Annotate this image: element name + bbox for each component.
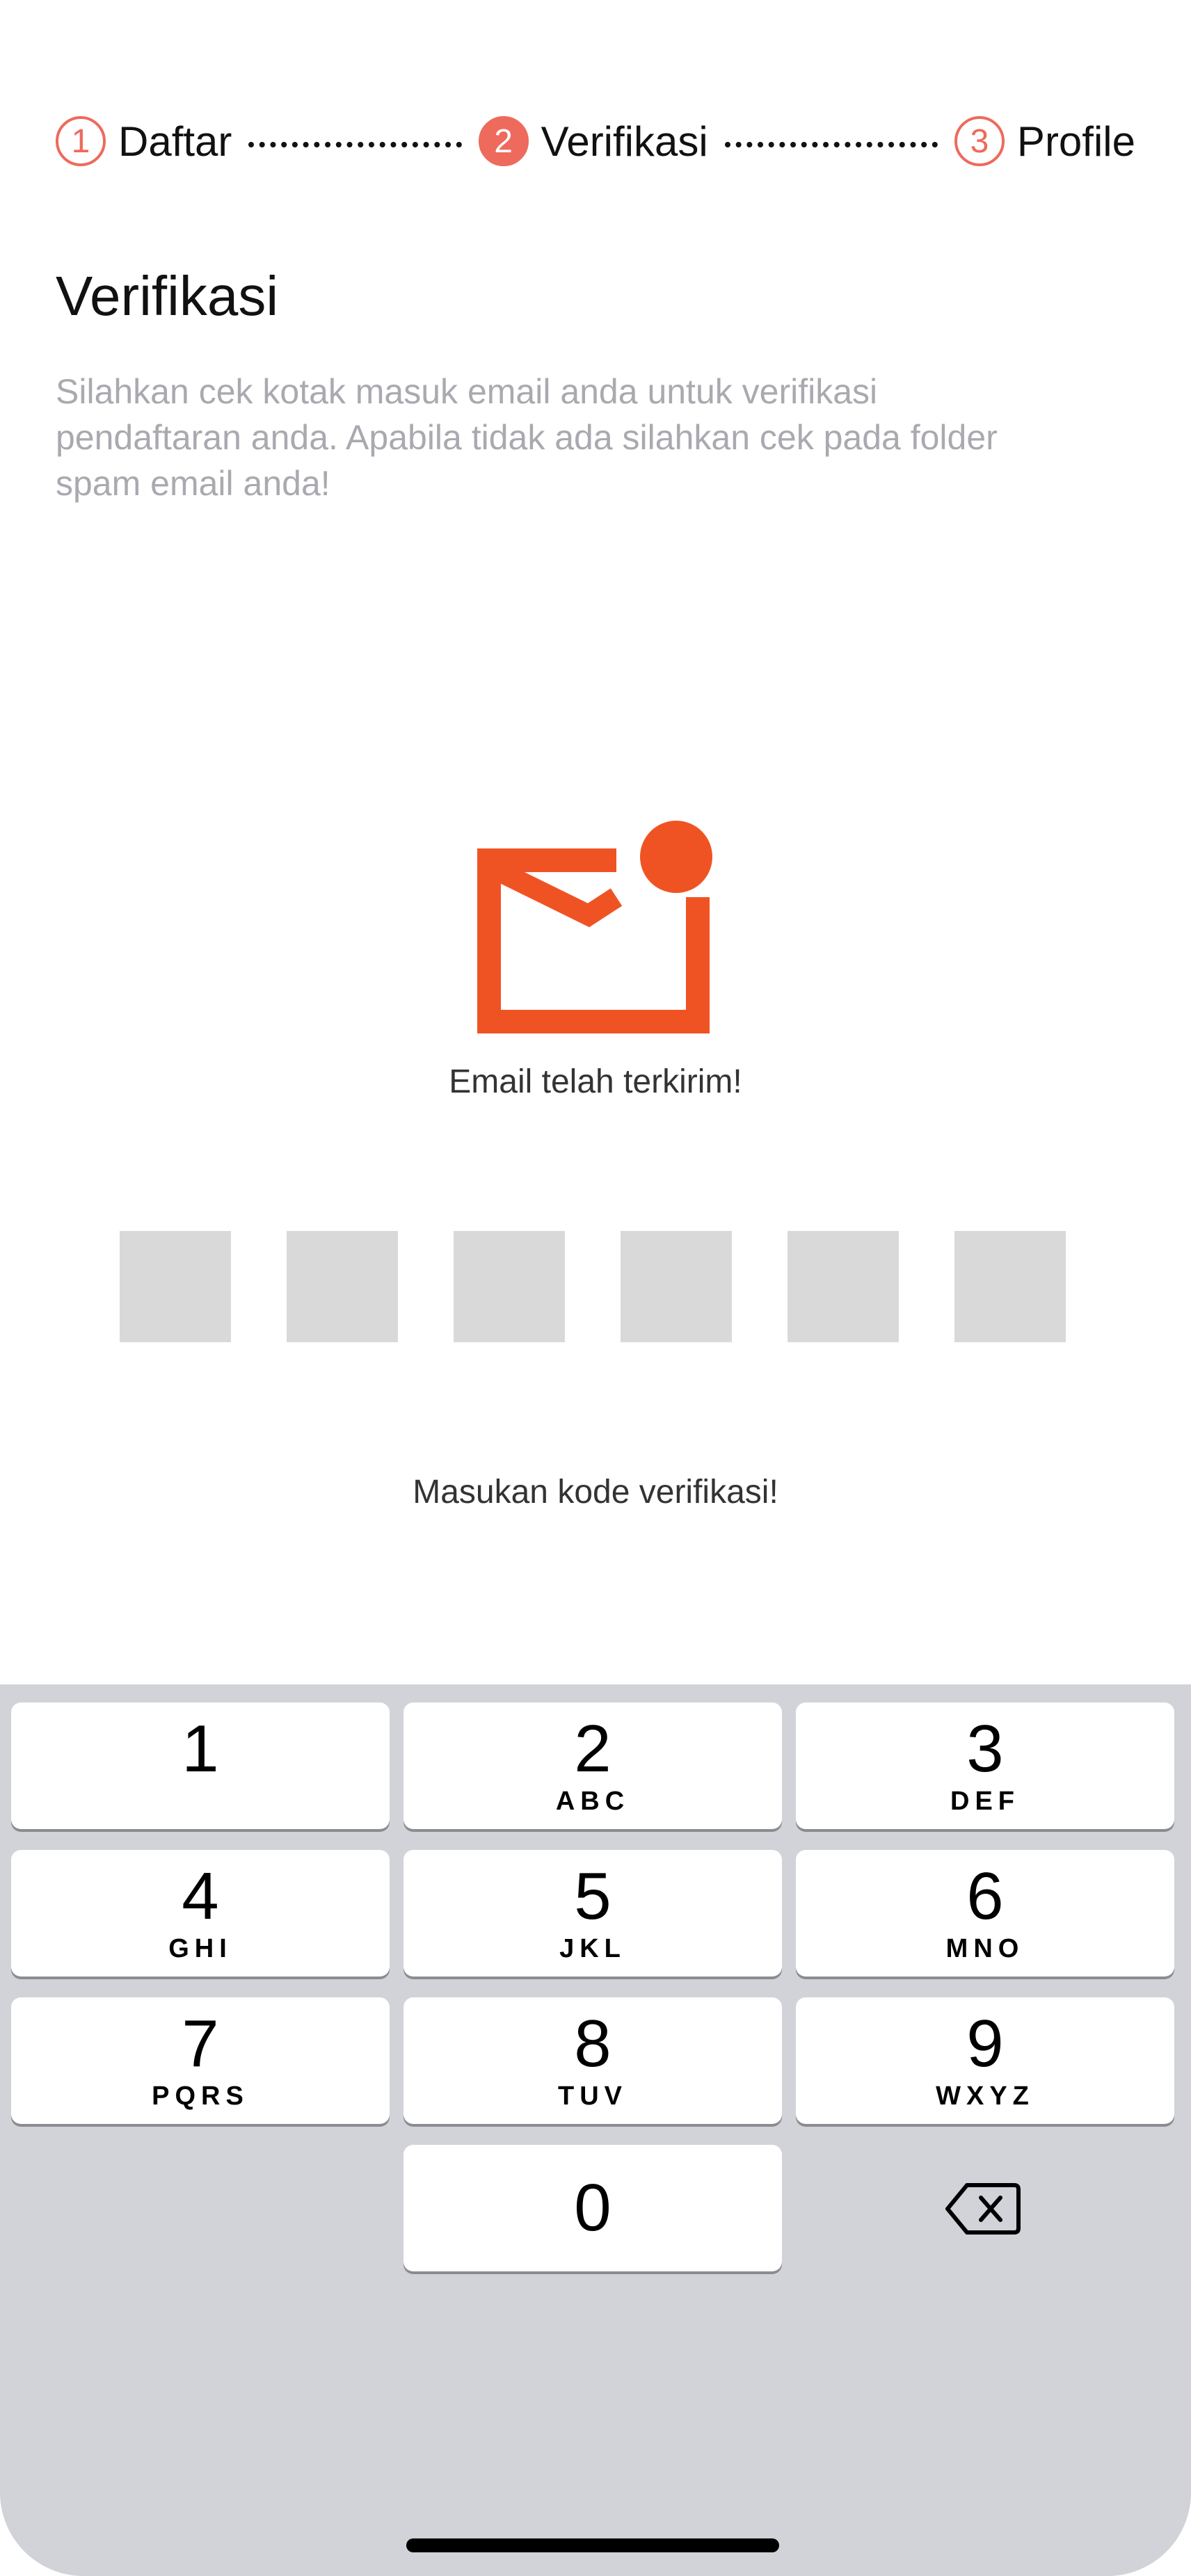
otp-digit-input[interactable] xyxy=(120,1231,231,1342)
key-letters: DEF xyxy=(950,1787,1020,1816)
key-0[interactable]: 0 xyxy=(403,2145,782,2271)
key-letters: TUV xyxy=(558,2082,628,2111)
key-digit: 8 xyxy=(574,2006,612,2081)
key-letters: MNO xyxy=(945,1934,1025,1963)
step-profile: 3 Profile xyxy=(954,116,1135,166)
registration-stepper: 1 Daftar 2 Verifikasi 3 Profile xyxy=(56,111,1135,171)
otp-hint: Masukan kode verifikasi! xyxy=(413,1474,778,1511)
otp-digit-input[interactable] xyxy=(788,1231,899,1342)
email-sent-caption: Email telah terkirim! xyxy=(449,1063,742,1100)
step-number-3: 3 xyxy=(954,116,1005,166)
page-description: Silahkan cek kotak masuk email anda untu… xyxy=(56,372,998,503)
step-verifikasi: 2 Verifikasi xyxy=(478,116,708,166)
key-2[interactable]: 2 ABC xyxy=(403,1702,782,1829)
step-label-daftar: Daftar xyxy=(118,118,232,165)
mail-notification-icon xyxy=(477,821,714,1043)
key-letters: PQRS xyxy=(152,2082,249,2111)
step-daftar: 1 Daftar xyxy=(56,116,232,166)
key-digit: 7 xyxy=(182,2006,219,2081)
key-digit: 2 xyxy=(574,1712,612,1786)
key-3[interactable]: 3 DEF xyxy=(796,1702,1174,1829)
otp-digit-input[interactable] xyxy=(621,1231,732,1342)
key-9[interactable]: 9 WXYZ xyxy=(796,1997,1174,2124)
step-number-1: 1 xyxy=(56,116,106,166)
step-connector xyxy=(248,142,462,147)
home-indicator xyxy=(406,2538,779,2552)
otp-digit-input[interactable] xyxy=(454,1231,565,1342)
otp-input-row xyxy=(120,1231,1066,1342)
key-digit: 4 xyxy=(182,1859,219,1933)
step-number-2: 2 xyxy=(478,116,529,166)
key-5[interactable]: 5 JKL xyxy=(403,1850,782,1977)
step-connector xyxy=(724,142,938,147)
key-letters: GHI xyxy=(168,1934,232,1963)
key-digit: 6 xyxy=(966,1859,1004,1933)
step-label-profile: Profile xyxy=(1016,118,1135,165)
key-letters: JKL xyxy=(559,1934,626,1963)
key-digit: 5 xyxy=(574,1859,612,1933)
key-6[interactable]: 6 MNO xyxy=(796,1850,1174,1977)
key-digit: 0 xyxy=(574,2171,612,2245)
otp-digit-input[interactable] xyxy=(954,1231,1066,1342)
key-digit: 9 xyxy=(966,2006,1004,2081)
otp-digit-input[interactable] xyxy=(287,1231,398,1342)
key-letters: ABC xyxy=(555,1787,630,1816)
key-8[interactable]: 8 TUV xyxy=(403,1997,782,2124)
step-label-verifikasi: Verifikasi xyxy=(541,118,708,165)
key-7[interactable]: 7 PQRS xyxy=(11,1997,390,2124)
key-digit: 3 xyxy=(966,1712,1004,1786)
key-4[interactable]: 4 GHI xyxy=(11,1850,390,1977)
backspace-icon[interactable] xyxy=(945,2181,1021,2237)
key-1[interactable]: 1 xyxy=(11,1702,390,1829)
page-title: Verifikasi xyxy=(56,265,279,327)
key-letters: WXYZ xyxy=(936,2082,1034,2111)
key-digit: 1 xyxy=(182,1712,219,1786)
